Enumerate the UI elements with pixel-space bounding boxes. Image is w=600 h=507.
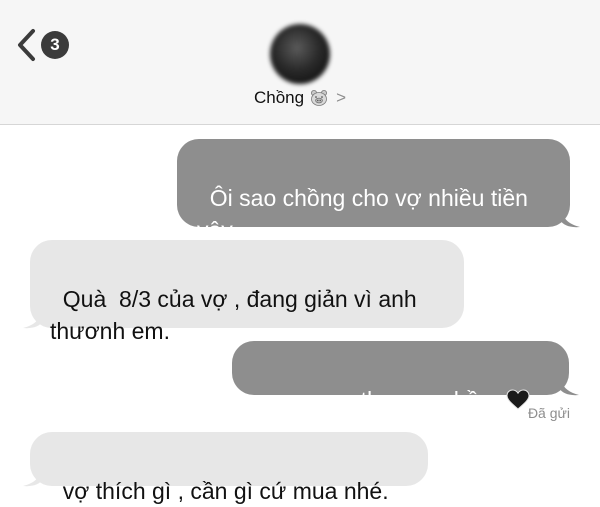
bubble-tail [23, 307, 43, 329]
bubble-tail [23, 465, 43, 487]
message-text: Ôi sao chồng cho vợ nhiều tiền vậy. [197, 185, 535, 243]
avatar[interactable] [270, 24, 330, 84]
message-bubble-received[interactable]: Quà 8/3 của vợ , đang giản vì anh thươnh… [30, 240, 464, 344]
unread-count-badge: 3 [41, 31, 69, 59]
contact-name: Chồng [253, 88, 305, 107]
pig-face-icon [311, 90, 328, 106]
black-heart-icon [506, 389, 530, 410]
chevron-right-icon: > [336, 88, 347, 107]
back-button[interactable]: 3 [16, 28, 69, 62]
chevron-left-icon [18, 29, 35, 61]
message-bubble-sent[interactable]: emmmm thương chồng [232, 341, 569, 413]
message-text: emmmm thương chồng [264, 387, 505, 413]
bubble-tail [559, 374, 579, 396]
conversation-header: 3 Chồng > [0, 0, 600, 125]
contact-info-button[interactable]: Chồng > [0, 88, 600, 108]
message-text: Quà 8/3 của vợ , đang giản vì anh thươnh… [50, 286, 424, 344]
message-bubble-sent[interactable]: Ôi sao chồng cho vợ nhiều tiền vậy. [177, 139, 570, 243]
message-text: vợ thích gì , cần gì cứ mua nhé. [62, 478, 389, 504]
message-bubble-received[interactable]: vợ thích gì , cần gì cứ mua nhé. [30, 432, 428, 504]
delivered-status: Đã gửi [527, 405, 570, 421]
bubble-tail [560, 206, 580, 228]
